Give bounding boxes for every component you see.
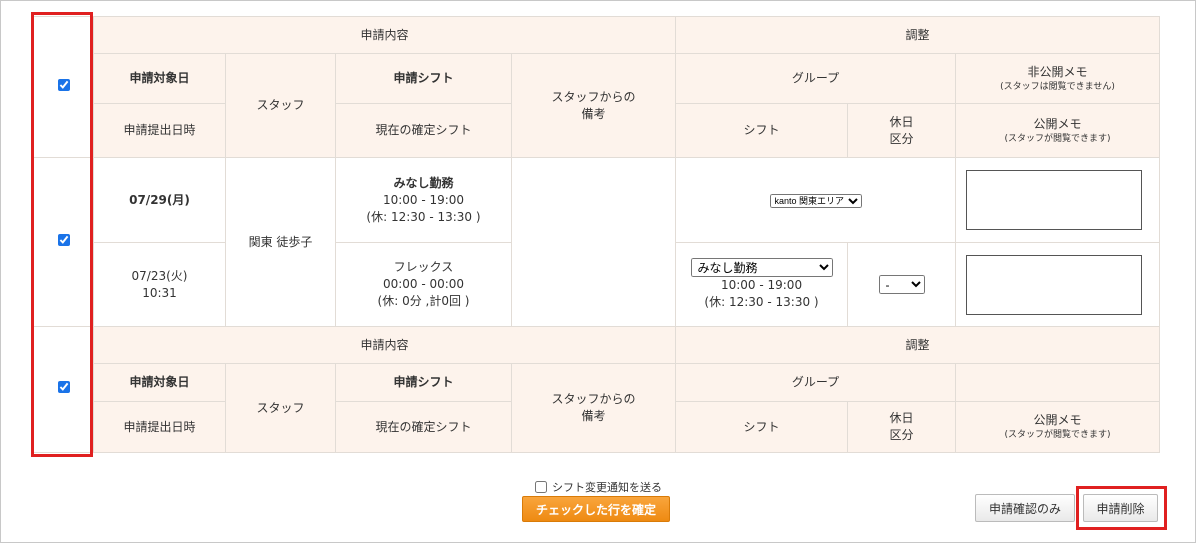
col-shift-bottom: シフト	[675, 401, 849, 453]
col-shift: シフト	[675, 103, 849, 158]
col-public-memo-title: 公開メモ	[1033, 116, 1082, 131]
col-public-memo-bottom: 公開メモ (スタッフが閲覧できます)	[955, 401, 1161, 453]
shift-select[interactable]: みなし勤務	[690, 258, 833, 277]
notify-checkbox[interactable]	[535, 481, 547, 493]
cur-shift-time: 00:00 - 00:00	[382, 277, 465, 291]
row-submitted-at: 07/23(火) 10:31	[93, 242, 226, 327]
header-checkbox-cell	[33, 16, 94, 158]
adj-shift-time: 10:00 - 19:00	[720, 278, 803, 292]
confirm-checked-rows-button[interactable]: チェックした行を確定	[522, 496, 670, 522]
col-current-shift-bottom: 現在の確定シフト	[335, 401, 512, 453]
col-group-request-content: 申請内容	[92, 16, 677, 54]
submitted-date: 07/23(火)	[131, 268, 188, 283]
submitted-time: 10:31	[142, 285, 177, 300]
row-target-date: 07/29(月)	[93, 157, 226, 243]
row-holiday-cell: -	[847, 242, 957, 327]
col-staff-note-line2: 備考	[581, 106, 606, 121]
row-staff-note	[510, 157, 677, 327]
col-group: グループ	[675, 53, 957, 104]
row-staff-name: 関東 徒歩子	[225, 157, 336, 327]
table-row: 07/29(月) 関東 徒歩子 みなし勤務 10:00 - 19:00 (休: …	[33, 157, 1161, 327]
col-holiday-type-bottom: 休日 区分	[847, 401, 957, 453]
delete-request-button[interactable]: 申請削除	[1083, 494, 1158, 522]
col-staff-note-line1-bottom: スタッフからの	[551, 392, 636, 406]
col-submitted-at-bottom: 申請提出日時	[93, 401, 226, 453]
private-memo-textarea[interactable]	[966, 170, 1143, 230]
header-select-all-checkbox[interactable]	[57, 78, 70, 91]
check-only-button[interactable]: 申請確認のみ	[975, 494, 1075, 522]
col-holiday-line1-bottom: 休日	[889, 411, 914, 425]
col-private-memo-bottom	[955, 363, 1161, 402]
req-shift-time: 10:00 - 19:00	[382, 192, 465, 207]
col-current-shift: 現在の確定シフト	[335, 103, 512, 158]
notify-option[interactable]: シフト変更通知を送る	[535, 479, 662, 495]
group-select[interactable]: kanto 関東エリア	[769, 193, 862, 208]
holiday-type-select[interactable]: -	[878, 275, 925, 294]
public-memo-textarea[interactable]	[966, 254, 1143, 315]
col-staff-note-line1: スタッフからの	[551, 89, 636, 104]
col-private-memo-note: (スタッフは閲覧できません)	[1000, 81, 1115, 92]
col-holiday-line2-bottom: 区分	[889, 428, 914, 442]
col-private-memo: 非公開メモ (スタッフは閲覧できません)	[955, 53, 1161, 104]
req-shift-break: (休: 12:30 - 13:30 )	[366, 209, 481, 224]
col-holiday-type: 休日 区分	[847, 103, 957, 158]
col-holiday-line2: 区分	[889, 131, 914, 146]
col-request-shift: 申請シフト	[335, 53, 512, 104]
req-shift-name: みなし勤務	[393, 175, 454, 190]
col-holiday-line1: 休日	[889, 114, 914, 129]
row-group-cell: kanto 関東エリア	[675, 157, 957, 243]
col-group-bottom: グループ	[675, 363, 957, 402]
col-group-adjustment: 調整	[675, 16, 1161, 54]
notify-label: シフト変更通知を送る	[552, 481, 662, 494]
col-request-date-bottom: 申請対象日	[93, 363, 226, 402]
row-checkbox-cell	[33, 157, 94, 327]
cur-shift-name: フレックス	[393, 260, 454, 274]
row-private-memo-cell	[955, 157, 1161, 243]
col-submitted-at: 申請提出日時	[93, 103, 226, 158]
col-staff-note: スタッフからの 備考	[510, 53, 677, 158]
row-select-checkbox[interactable]	[57, 233, 70, 246]
col-staff-note-bottom: スタッフからの 備考	[510, 363, 677, 453]
col-staff-note-line2-bottom: 備考	[581, 409, 606, 423]
footer-select-all-checkbox[interactable]	[57, 381, 70, 393]
col-request-date: 申請対象日	[93, 53, 226, 104]
row-public-memo-cell	[955, 242, 1161, 327]
col-public-memo: 公開メモ (スタッフが閲覧できます)	[955, 103, 1161, 158]
col-staff-bottom: スタッフ	[225, 363, 336, 453]
col-group-adjustment-bottom: 調整	[675, 326, 1161, 364]
footer-checkbox-cell	[33, 326, 94, 453]
col-public-memo-note: (スタッフが閲覧できます)	[1004, 133, 1111, 144]
request-table: 申請内容 調整 申請対象日 スタッフ 申請シフト スタッフからの 備考 グループ…	[33, 16, 1161, 453]
cur-shift-break: (休: 0分 ,計0回 )	[377, 294, 470, 308]
row-request-shift: みなし勤務 10:00 - 19:00 (休: 12:30 - 13:30 )	[335, 157, 512, 243]
col-request-shift-bottom: 申請シフト	[335, 363, 512, 402]
col-group-request-content-bottom: 申請内容	[92, 326, 677, 364]
col-private-memo-title: 非公開メモ	[1027, 64, 1088, 79]
col-public-memo-title-bottom: 公開メモ	[1033, 413, 1082, 427]
col-public-memo-note-bottom: (スタッフが閲覧できます)	[1004, 430, 1111, 440]
col-staff: スタッフ	[225, 53, 336, 158]
adj-shift-break: (休: 12:30 - 13:30 )	[704, 295, 819, 309]
row-adjust-shift-cell: みなし勤務 10:00 - 19:00 (休: 12:30 - 13:30 )	[675, 242, 849, 327]
row-current-shift: フレックス 00:00 - 00:00 (休: 0分 ,計0回 )	[335, 242, 512, 327]
